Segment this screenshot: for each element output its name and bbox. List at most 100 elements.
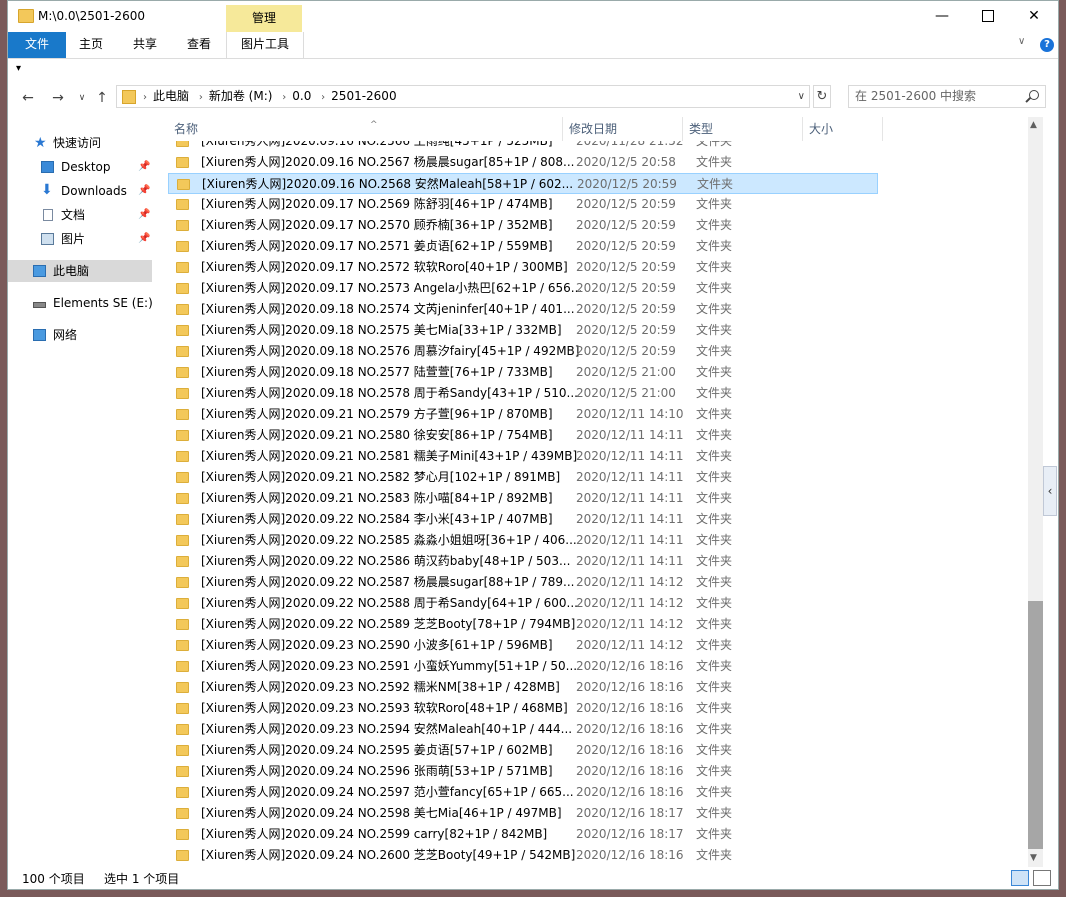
status-bar: 100 个项目 选中 1 个项目 — [8, 867, 1058, 889]
table-row[interactable]: [Xiuren秀人网]2020.09.23 NO.2592 糯米NM[38+1P… — [168, 677, 878, 698]
table-row[interactable]: [Xiuren秀人网]2020.09.16 NO.2568 安然Maleah[5… — [168, 173, 878, 194]
table-row[interactable]: [Xiuren秀人网]2020.09.18 NO.2575 美七Mia[33+1… — [168, 320, 878, 341]
minimize-button[interactable]: — — [919, 1, 965, 32]
recent-dropdown-icon[interactable]: ∨ — [72, 87, 92, 109]
table-row[interactable]: [Xiuren秀人网]2020.09.22 NO.2589 芝芝Booty[78… — [168, 614, 878, 635]
nav-item-elements-se[interactable]: Elements SE (E:) — [8, 292, 153, 314]
address-dropdown-icon[interactable]: ∨ — [798, 86, 805, 107]
table-row[interactable]: [Xiuren秀人网]2020.09.17 NO.2570 顾乔楠[36+1P … — [168, 215, 878, 236]
table-row[interactable]: [Xiuren秀人网]2020.09.21 NO.2582 梦心月[102+1P… — [168, 467, 878, 488]
quick-access-toolbar-dropdown[interactable]: ▾ — [16, 63, 21, 74]
forward-arrow-icon[interactable]: → — [48, 87, 68, 109]
nav-item-downloads[interactable]: ⬇ Downloads 📌 — [8, 180, 152, 202]
column-name[interactable]: 名称 ^ — [168, 117, 563, 141]
column-header: 名称 ^ 修改日期 类型 大小 — [158, 117, 1028, 141]
vertical-scrollbar[interactable]: ▲ ▼ — [1028, 117, 1043, 867]
crumb-current[interactable]: 2501-2600 — [331, 89, 396, 103]
up-arrow-icon[interactable]: ↑ — [92, 87, 112, 109]
folder-icon — [176, 514, 189, 525]
star-icon: ★ — [34, 135, 47, 151]
table-row[interactable]: [Xiuren秀人网]2020.09.21 NO.2580 徐安安[86+1P … — [168, 425, 878, 446]
table-row[interactable]: [Xiuren秀人网]2020.09.23 NO.2591 小蛮妖Yummy[5… — [168, 656, 878, 677]
table-row[interactable]: [Xiuren秀人网]2020.09.24 NO.2600 芝芝Booty[49… — [168, 845, 878, 866]
table-row[interactable]: [Xiuren秀人网]2020.09.17 NO.2571 姜贞语[62+1P … — [168, 236, 878, 257]
table-row[interactable]: [Xiuren秀人网]2020.09.22 NO.2585 淼淼小姐姐呀[36+… — [168, 530, 878, 551]
table-row[interactable]: [Xiuren秀人网]2020.09.18 NO.2577 陆萱萱[76+1P … — [168, 362, 878, 383]
large-icons-view-icon[interactable] — [1033, 870, 1051, 886]
table-row[interactable]: [Xiuren秀人网]2020.09.18 NO.2576 周慕汐fairy[4… — [168, 341, 878, 362]
folder-icon — [176, 346, 189, 357]
table-row[interactable]: [Xiuren秀人网]2020.09.24 NO.2597 范小萱fancy[6… — [168, 782, 878, 803]
pin-icon: 📌 — [138, 185, 151, 196]
column-date[interactable]: 修改日期 — [563, 117, 683, 141]
file-date: 2020/12/5 20:59 — [576, 344, 676, 358]
table-row[interactable]: [Xiuren秀人网]2020.09.16 NO.2567 杨晨晨sugar[8… — [168, 152, 878, 173]
table-row[interactable]: [Xiuren秀人网]2020.09.18 NO.2578 周于希Sandy[4… — [168, 383, 878, 404]
search-input[interactable]: 在 2501-2600 中搜索 — [848, 85, 1046, 108]
table-row[interactable]: [Xiuren秀人网]2020.09.18 NO.2574 文芮jeninfer… — [168, 299, 878, 320]
back-arrow-icon[interactable]: ← — [18, 87, 38, 109]
table-row[interactable]: [Xiuren秀人网]2020.09.24 NO.2599 carry[82+1… — [168, 824, 878, 845]
nav-item-documents[interactable]: 文档 📌 — [8, 204, 152, 226]
tab-view[interactable]: 查看 — [174, 32, 224, 58]
file-name: [Xiuren秀人网]2020.09.18 NO.2574 文芮jeninfer… — [201, 302, 575, 316]
column-type[interactable]: 类型 — [683, 117, 803, 141]
table-row[interactable]: [Xiuren秀人网]2020.09.23 NO.2590 小波多[61+1P … — [168, 635, 878, 656]
crumb-this-pc[interactable]: 此电脑 — [153, 89, 189, 103]
table-row[interactable]: [Xiuren秀人网]2020.09.17 NO.2569 陈舒羽[46+1P … — [168, 194, 878, 215]
details-view-icon[interactable] — [1011, 870, 1029, 886]
refresh-button[interactable]: ↻ — [813, 85, 831, 108]
table-row[interactable]: [Xiuren秀人网]2020.09.22 NO.2584 李小米[43+1P … — [168, 509, 878, 530]
file-type: 文件夹 — [696, 197, 733, 211]
scroll-down-icon[interactable]: ▼ — [1030, 853, 1037, 863]
nav-item-desktop[interactable]: Desktop 📌 — [8, 156, 152, 178]
table-row[interactable]: [Xiuren秀人网]2020.09.21 NO.2579 方子萱[96+1P … — [168, 404, 878, 425]
table-row[interactable]: [Xiuren秀人网]2020.09.24 NO.2595 姜贞语[57+1P … — [168, 740, 878, 761]
folder-icon — [176, 829, 189, 840]
close-button[interactable]: ✕ — [1011, 1, 1057, 32]
file-date: 2020/12/11 14:12 — [576, 617, 684, 631]
table-row[interactable]: [Xiuren秀人网]2020.09.22 NO.2586 萌汉药baby[48… — [168, 551, 878, 572]
table-row[interactable]: [Xiuren秀人网]2020.09.24 NO.2598 美七Mia[46+1… — [168, 803, 878, 824]
nav-item-quick-access[interactable]: ★ 快速访问 — [8, 132, 152, 154]
help-icon[interactable]: ? — [1040, 38, 1054, 52]
chevron-down-icon[interactable]: ∨ — [1018, 36, 1025, 47]
crumb-drive-m[interactable]: 新加卷 (M:) — [209, 89, 273, 103]
crumb-0-0[interactable]: 0.0 — [292, 89, 311, 103]
file-name: [Xiuren秀人网]2020.09.24 NO.2596 张雨萌[53+1P … — [201, 764, 553, 778]
tab-picture-tools[interactable]: 图片工具 — [226, 32, 304, 58]
table-row[interactable]: [Xiuren秀人网]2020.09.21 NO.2583 陈小喵[84+1P … — [168, 488, 878, 509]
folder-icon — [176, 430, 189, 441]
tab-home[interactable]: 主页 — [66, 32, 116, 58]
tab-manage[interactable]: 管理 — [226, 5, 302, 32]
table-row[interactable]: [Xiuren秀人网]2020.09.22 NO.2587 杨晨晨sugar[8… — [168, 572, 878, 593]
nav-item-pictures[interactable]: 图片 📌 — [8, 228, 152, 250]
file-type: 文件夹 — [696, 722, 733, 736]
tab-share[interactable]: 共享 — [120, 32, 170, 58]
scroll-thumb[interactable] — [1028, 601, 1043, 849]
scroll-up-icon[interactable]: ▲ — [1030, 120, 1037, 130]
chevron-left-icon[interactable]: ‹ — [1043, 466, 1057, 516]
file-type: 文件夹 — [696, 407, 733, 421]
table-row[interactable]: [Xiuren秀人网]2020.09.17 NO.2572 软软Roro[40+… — [168, 257, 878, 278]
table-row[interactable]: [Xiuren秀人网]2020.09.24 NO.2596 张雨萌[53+1P … — [168, 761, 878, 782]
address-bar[interactable]: › 此电脑 › 新加卷 (M:) › 0.0 › 2501-2600 ∨ — [116, 85, 810, 108]
tab-file[interactable]: 文件 — [8, 32, 66, 58]
file-type: 文件夹 — [696, 617, 733, 631]
file-name: [Xiuren秀人网]2020.09.18 NO.2577 陆萱萱[76+1P … — [201, 365, 553, 379]
table-row[interactable]: [Xiuren秀人网]2020.09.21 NO.2581 糯美子Mini[43… — [168, 446, 878, 467]
file-type: 文件夹 — [696, 155, 733, 169]
maximize-button[interactable] — [965, 1, 1011, 32]
folder-icon — [176, 199, 189, 210]
file-type: 文件夹 — [696, 827, 733, 841]
nav-item-this-pc[interactable]: 此电脑 — [8, 260, 152, 282]
table-row[interactable]: [Xiuren秀人网]2020.09.23 NO.2593 软软Roro[48+… — [168, 698, 878, 719]
folder-icon — [18, 9, 34, 23]
column-size[interactable]: 大小 — [803, 117, 883, 141]
folder-icon — [122, 90, 136, 104]
table-row[interactable]: [Xiuren秀人网]2020.09.17 NO.2573 Angela小热巴[… — [168, 278, 878, 299]
nav-item-network[interactable]: 网络 — [8, 324, 152, 346]
table-row[interactable]: [Xiuren秀人网]2020.09.22 NO.2588 周于希Sandy[6… — [168, 593, 878, 614]
nav-label: Elements SE (E:) — [53, 296, 153, 310]
table-row[interactable]: [Xiuren秀人网]2020.09.23 NO.2594 安然Maleah[4… — [168, 719, 878, 740]
